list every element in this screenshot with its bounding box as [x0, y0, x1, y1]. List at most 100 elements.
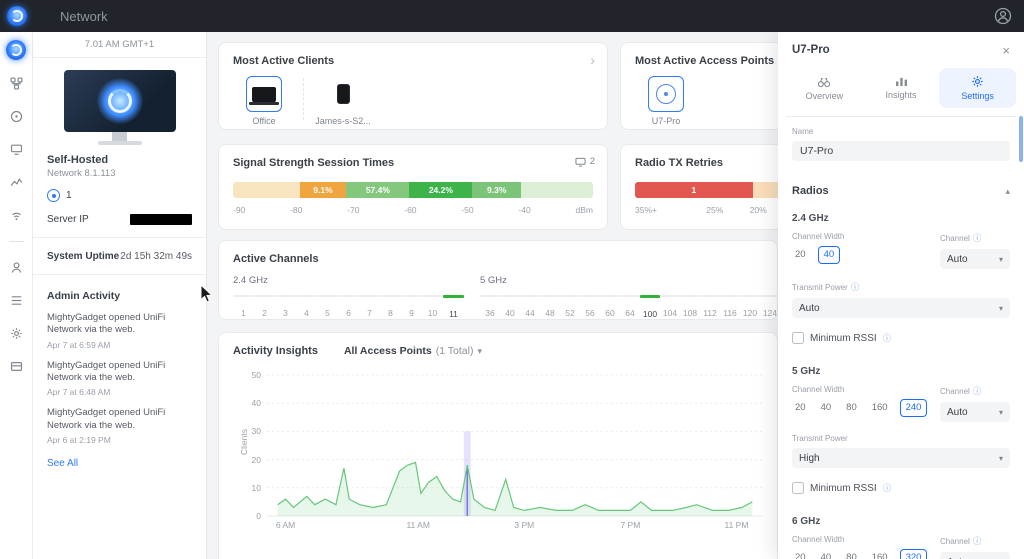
transmit-power-value: Auto [799, 302, 820, 314]
console-name: Self-Hosted [47, 154, 109, 166]
width-option[interactable]: 80 [843, 400, 860, 416]
channel-4: 4 [296, 295, 317, 319]
width-option[interactable]: 40 [818, 400, 835, 416]
width-option[interactable]: 80 [843, 550, 860, 559]
channel-3: 3 [275, 295, 296, 319]
channel-64: 64 [620, 295, 640, 319]
close-icon[interactable]: × [1002, 43, 1010, 58]
sessions-icon [575, 157, 586, 167]
activity-text: MightyGadget opened UniFi Network via th… [47, 359, 166, 384]
divider [303, 78, 304, 120]
channel-108: 108 [680, 295, 700, 319]
stats-icon[interactable] [9, 175, 24, 190]
wifi-icon[interactable] [9, 208, 24, 223]
uptime-row: System Uptime 2d 15h 32m 49s [47, 251, 192, 262]
device-tabs: Overview Insights Settings [786, 68, 1017, 117]
channel-width-options: 20 40 80 160 240 [792, 399, 940, 417]
chevron-up-icon: ▴ [1005, 185, 1010, 196]
tab-settings[interactable]: Settings [939, 68, 1017, 108]
channel-dropdown[interactable]: Auto ▾ [940, 249, 1010, 269]
minimum-rssi-checkbox[interactable] [792, 482, 804, 494]
admins-icon[interactable] [9, 260, 24, 275]
width-option-selected[interactable]: 240 [899, 399, 928, 417]
admin-activity-entry: MightyGadget opened UniFi Network via th… [47, 360, 192, 398]
x-tick: 11 AM [406, 520, 430, 530]
chevron-down-icon: ▾ [998, 254, 1003, 264]
name-input[interactable] [792, 141, 1010, 161]
band-label: 5 GHz [480, 275, 507, 286]
nav-rail [0, 32, 33, 559]
channel-cells: 1 2 3 4 5 6 7 8 9 10 11 [233, 295, 464, 319]
channel-value: Auto [947, 406, 968, 418]
channel-120: 120 [740, 295, 760, 319]
topology-icon[interactable] [9, 76, 24, 91]
active-channels-card: Active Channels 2.4 GHz 1 2 3 4 5 6 7 8 9 10 11 5 … [218, 240, 778, 320]
see-all-link[interactable]: See All [47, 458, 78, 469]
ap-device-icon [648, 76, 684, 112]
client-item[interactable]: Office [233, 76, 295, 126]
console-panel: 7.01 AM GMT+1 Self-Hosted Network 8.1.11… [33, 32, 207, 559]
unifi-logo-icon[interactable] [7, 6, 27, 26]
channel-width-label: Channel Width [792, 232, 845, 241]
channel-width-options: 20 40 [792, 246, 940, 264]
wan-status-row: 1 [47, 189, 192, 202]
minimum-rssi-label: Minimum RSSI [810, 482, 877, 494]
width-option[interactable]: 40 [818, 550, 835, 559]
signal-strength-card: Signal Strength Session Times 2 9.1% 57.4… [218, 144, 608, 230]
client-list: Office James-s-S2... [233, 76, 593, 126]
wan-icon [47, 189, 60, 202]
card-title: Most Active Clients [233, 55, 335, 67]
bar-segment: 9.1% [299, 182, 347, 198]
width-option[interactable]: 20 [792, 247, 809, 263]
admin-activity-entry: MightyGadget opened UniFi Network via th… [47, 407, 192, 445]
y-tick: 50 [251, 370, 261, 380]
channel-10: 10 [422, 295, 443, 319]
settings-gear-icon[interactable] [9, 326, 24, 341]
channel-dropdown[interactable]: Auto ▾ [940, 402, 1010, 422]
x-tick: 7 PM [620, 520, 641, 530]
devices-icon[interactable] [9, 142, 24, 157]
minimum-rssi-checkbox[interactable] [792, 332, 804, 344]
tab-overview[interactable]: Overview [786, 68, 863, 108]
ap-item[interactable]: U7-Pro [635, 76, 697, 126]
band-5-title: 5 GHz [792, 366, 821, 377]
ap-filter-dropdown[interactable]: All Access Points (1 Total) ▾ [344, 345, 482, 357]
chevron-right-icon[interactable]: › [590, 52, 595, 68]
tx-axis-tick: 20% [749, 205, 767, 215]
bar-segment: 24.2% [409, 182, 473, 198]
chevron-down-icon: ▾ [477, 345, 482, 356]
channel-label: Channel ⓘ [940, 386, 982, 396]
channel-8: 8 [380, 295, 401, 319]
channel-dropdown[interactable]: Auto ▾ [940, 552, 1010, 559]
tab-insights[interactable]: Insights [863, 68, 940, 108]
chart-plot: 6 AM 11 AM 3 PM 7 PM 11 PM [267, 367, 763, 532]
monitor-stand [112, 132, 127, 141]
activity-time: Apr 6 at 2:19 PM [47, 435, 111, 446]
chevron-down-icon: ▾ [998, 453, 1003, 463]
storage-icon[interactable] [9, 359, 24, 374]
axis-tick: -60 [404, 205, 417, 215]
card-title: Active Channels [233, 253, 319, 265]
logs-icon[interactable] [9, 293, 24, 308]
x-tick: 11 PM [724, 520, 749, 530]
width-option[interactable]: 20 [792, 550, 809, 559]
width-option[interactable]: 160 [869, 400, 891, 416]
network-app-icon[interactable] [6, 40, 26, 60]
width-option[interactable]: 160 [869, 550, 891, 559]
width-option[interactable]: 20 [792, 400, 809, 416]
bar-chart-icon [895, 77, 907, 87]
radios-section-header[interactable]: Radios ▴ [792, 185, 1010, 197]
transmit-power-dropdown[interactable]: Auto ▾ [792, 298, 1010, 318]
transmit-power-dropdown[interactable]: High ▾ [792, 448, 1010, 468]
activity-text: MightyGadget opened UniFi Network via th… [47, 312, 166, 336]
radar-icon[interactable] [9, 109, 24, 124]
client-name: James-s-S2... [315, 116, 371, 126]
minimum-rssi-row: Minimum RSSI ⓘ [792, 482, 1010, 494]
account-icon[interactable] [994, 7, 1012, 25]
axis-tick: -40 [518, 205, 531, 215]
width-option-selected[interactable]: 320 [899, 549, 928, 559]
admin-activity-entry: MightyGadget opened UniFi Network via th… [47, 312, 192, 350]
client-item[interactable]: James-s-S2... [312, 76, 374, 126]
width-option-selected[interactable]: 40 [817, 246, 841, 264]
scrollbar-thumb[interactable] [1019, 116, 1023, 162]
